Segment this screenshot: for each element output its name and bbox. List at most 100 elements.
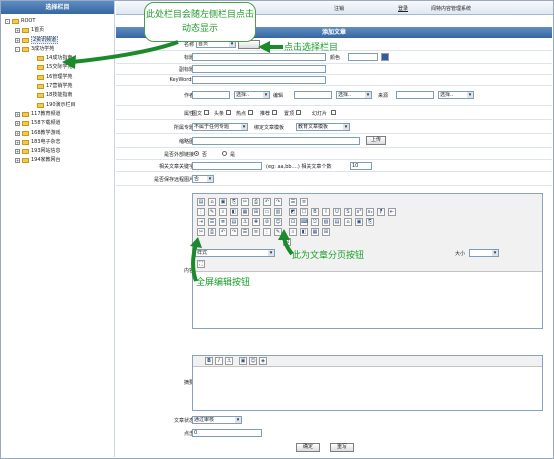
- tree-node[interactable]: 16管理学苑: [5, 73, 114, 82]
- attr-recommend-checkbox[interactable]: [272, 110, 277, 115]
- editor-tool-icon[interactable]: x₂: [366, 208, 374, 216]
- thumbnail-input[interactable]: [192, 137, 360, 145]
- collapse-icon[interactable]: -: [15, 46, 20, 52]
- editor-tool-icon[interactable]: ⌂: [344, 218, 352, 226]
- editor-tool-icon[interactable]: ▦: [241, 208, 249, 216]
- editor-tool-icon[interactable]: ✂: [241, 198, 249, 206]
- editor-tool-icon[interactable]: ▥: [274, 208, 282, 216]
- editor-tool-icon[interactable]: ▭: [263, 208, 271, 216]
- login-link[interactable]: 登录: [398, 5, 408, 12]
- tree-node[interactable]: +158下载频道: [5, 119, 114, 128]
- editor-tool-icon[interactable]: ✚: [252, 218, 260, 226]
- tree-node[interactable]: +183电子杂志: [5, 138, 114, 147]
- editor-tool-icon[interactable]: ≣: [219, 218, 227, 226]
- editor-tool-icon[interactable]: ⁋: [377, 208, 385, 216]
- editor-tool-icon[interactable]: ⌕: [219, 208, 227, 216]
- subtitle-input[interactable]: [192, 65, 326, 73]
- expand-icon[interactable]: +: [15, 149, 20, 155]
- editor-tool-icon[interactable]: ↷: [274, 198, 282, 206]
- expand-icon[interactable]: +: [15, 28, 20, 34]
- tree-node[interactable]: +117教育频道: [5, 110, 114, 119]
- editor-tool-icon[interactable]: ⋮: [197, 208, 205, 216]
- editor-input[interactable]: [294, 91, 332, 99]
- tree-node[interactable]: 190演示栏目: [5, 101, 114, 110]
- editor-tool-icon[interactable]: ⊞: [252, 208, 260, 216]
- tree-node[interactable]: +2资讯频道: [5, 35, 114, 45]
- editor-tool-icon[interactable]: ⎋: [311, 218, 319, 226]
- editor-tool-icon[interactable]: ✂: [197, 228, 205, 236]
- editor-tool-icon[interactable]: ▦: [311, 228, 319, 236]
- content-editor[interactable]: ▤ ⌂ ▣ ⎘ ✂ ⎙ ↶ ↷ ☰ ≡ ⋮ ✎ ⌕ ◧ ▦ ⊞ ▭ ▥ ◩ ☐ B I U Sx² x₂ ⁋ ⇤ ⇥ ☰ ≣ ▤ ⚓ ✚ ⊘ ☺ ⊡ ⌨…: [192, 193, 543, 329]
- tree-node[interactable]: 18技能指南: [5, 91, 114, 100]
- size-select[interactable]: [469, 249, 499, 257]
- tree-node[interactable]: +194家教网台: [5, 156, 114, 165]
- editor-tool-icon[interactable]: ⋮: [263, 228, 271, 236]
- editor-tool-icon[interactable]: ⎙: [208, 228, 216, 236]
- editor-tool-icon[interactable]: ⎘: [366, 218, 374, 226]
- status-select[interactable]: 通过审核: [192, 416, 242, 424]
- expand-icon[interactable]: +: [15, 158, 20, 164]
- related-keywords-input[interactable]: [192, 162, 262, 170]
- expand-icon[interactable]: +: [15, 37, 20, 43]
- color-picker-icon[interactable]: [381, 53, 389, 61]
- editor-tool-icon[interactable]: ⊘: [263, 218, 271, 226]
- author-input[interactable]: [192, 91, 230, 99]
- editor-tool-icon[interactable]: ◩: [289, 208, 297, 216]
- editor-tool-icon[interactable]: ≡: [252, 228, 260, 236]
- expand-icon[interactable]: +: [15, 121, 20, 127]
- editor-tool-icon[interactable]: ◧: [230, 208, 238, 216]
- editor-tool-icon[interactable]: ☰: [289, 198, 297, 206]
- source-select[interactable]: 选择..: [438, 91, 474, 99]
- italic-icon[interactable]: I: [215, 357, 223, 365]
- expand-icon[interactable]: +: [15, 111, 20, 117]
- external-yes-radio[interactable]: [222, 151, 227, 156]
- editor-tool-icon[interactable]: ⌨: [300, 218, 308, 226]
- editor-tool-icon[interactable]: I: [322, 208, 330, 216]
- editor-tool-icon[interactable]: ⌂: [208, 198, 216, 206]
- style-select[interactable]: 样式: [195, 249, 275, 257]
- editor-tool-icon[interactable]: B: [311, 208, 319, 216]
- topic-select[interactable]: 不属于任何专题: [192, 123, 248, 131]
- editor-tool-icon[interactable]: ⎙: [252, 198, 260, 206]
- editor-tool-icon[interactable]: ☐: [300, 208, 308, 216]
- attr-headline-checkbox[interactable]: [226, 110, 231, 115]
- logout-link[interactable]: 注销: [334, 5, 344, 12]
- editor-tool-icon[interactable]: ⌕: [289, 228, 297, 236]
- tree-node[interactable]: - ROOT: [5, 17, 114, 26]
- editor-tool-icon[interactable]: ⚓: [241, 218, 249, 226]
- page-break-icon[interactable]: ⊟: [283, 238, 291, 246]
- editor-tool-icon[interactable]: ⎘: [230, 198, 238, 206]
- emoticon-icon[interactable]: ☺: [249, 357, 257, 365]
- editor-tool-icon[interactable]: ⊡: [289, 218, 297, 226]
- editor-tool-icon[interactable]: ▤: [230, 218, 238, 226]
- editor-tool-icon[interactable]: ↶: [219, 228, 227, 236]
- editor-tool-icon[interactable]: ▣: [355, 218, 363, 226]
- editor-tool-icon[interactable]: ✎: [208, 208, 216, 216]
- expand-icon[interactable]: +: [15, 139, 20, 145]
- editor-tool-icon[interactable]: ↶: [263, 198, 271, 206]
- remote-image-select[interactable]: 否: [192, 175, 214, 183]
- hits-input[interactable]: 0: [192, 429, 262, 437]
- tree-node[interactable]: +1首页: [5, 26, 114, 35]
- keywords-input[interactable]: [192, 76, 326, 84]
- attr-graphic-checkbox[interactable]: [204, 110, 209, 115]
- color-input[interactable]: [348, 53, 378, 61]
- reset-button[interactable]: 重写: [330, 443, 354, 452]
- source-input[interactable]: [396, 91, 434, 99]
- collapse-icon[interactable]: -: [5, 19, 10, 24]
- related-count-input[interactable]: 10: [350, 162, 372, 170]
- tree-node[interactable]: +168教学游戏: [5, 129, 114, 138]
- tree-node[interactable]: 15交际学苑: [5, 63, 114, 72]
- attr-slide-checkbox[interactable]: [331, 110, 336, 115]
- summary-editor[interactable]: B I ⚓ ▣ ☺ ◈: [192, 355, 543, 411]
- editor-tool-icon[interactable]: ⊞: [322, 228, 330, 236]
- editor-tool-icon[interactable]: ▤: [197, 198, 205, 206]
- fullscreen-icon[interactable]: ⛶: [197, 260, 205, 268]
- editor-tool-icon[interactable]: ≡: [300, 198, 308, 206]
- external-no-radio[interactable]: [194, 151, 199, 156]
- editor-tool-icon[interactable]: ▧: [322, 218, 330, 226]
- editor-tool-icon[interactable]: ☰: [208, 218, 216, 226]
- image-icon[interactable]: ▣: [239, 357, 247, 365]
- attr-hot-checkbox[interactable]: [248, 110, 253, 115]
- editor-tool-icon[interactable]: ↷: [230, 228, 238, 236]
